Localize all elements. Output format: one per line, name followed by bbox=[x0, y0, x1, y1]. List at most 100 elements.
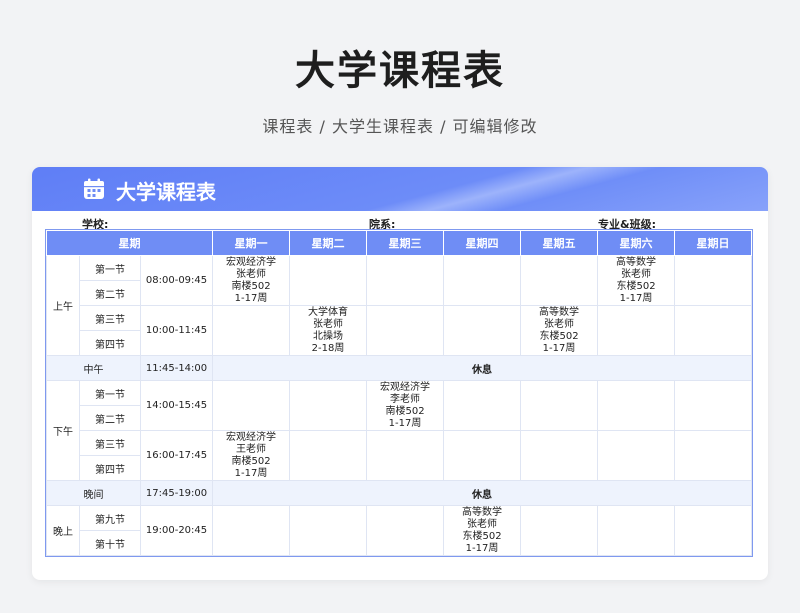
course-teacher: 王老师 bbox=[236, 443, 267, 455]
course-cell[interactable]: 大学体育 张老师 北操场 2-18周 bbox=[289, 305, 368, 356]
period-cell: 上午 bbox=[46, 255, 80, 356]
empty-cell[interactable] bbox=[520, 430, 599, 481]
course-cell[interactable]: 宏观经济学 王老师 南楼502 1-17周 bbox=[212, 430, 291, 481]
session-cell: 第四节 bbox=[79, 455, 141, 481]
empty-cell[interactable] bbox=[597, 430, 676, 481]
course-weeks: 2-18周 bbox=[311, 342, 345, 354]
table-row: 下午 第一节 14:00-15:45 宏观经济学 李老师 南楼502 1-17周 bbox=[46, 380, 753, 481]
session-cell: 第二节 bbox=[79, 280, 141, 306]
course-name: 高等数学 bbox=[462, 506, 503, 518]
course-cell[interactable]: 高等数学 张老师 东楼502 1-17周 bbox=[443, 505, 522, 556]
empty-cell[interactable] bbox=[212, 505, 291, 556]
course-teacher: 张老师 bbox=[544, 318, 575, 330]
course-name: 高等数学 bbox=[616, 256, 657, 268]
empty-cell[interactable] bbox=[674, 430, 753, 481]
course-room: 东楼502 bbox=[462, 530, 502, 542]
empty-cell[interactable] bbox=[597, 305, 676, 356]
time-cell: 11:45-14:00 bbox=[139, 355, 214, 381]
empty-cell[interactable] bbox=[289, 430, 368, 481]
header-day: 星期四 bbox=[443, 230, 522, 256]
table-row: 第三节 16:00-17:45 宏观经济学 王老师 南楼502 1-17周 bbox=[47, 430, 753, 481]
time-cell: 19:00-20:45 bbox=[139, 505, 214, 556]
period-cell: 中午 bbox=[46, 355, 141, 381]
course-room: 南楼502 bbox=[385, 405, 425, 417]
empty-cell[interactable] bbox=[597, 505, 676, 556]
empty-cell[interactable] bbox=[212, 305, 291, 356]
course-weeks: 1-17周 bbox=[234, 292, 268, 304]
session-cell: 第三节 bbox=[79, 430, 141, 456]
course-cell[interactable]: 高等数学 张老师 东楼502 1-17周 bbox=[597, 255, 676, 306]
table-row: 晚上 第九节 19:00-20:45 高等数学 张老师 东楼502 1-17周 bbox=[46, 505, 753, 556]
table-row: 上午 第一节 08:00-09:45 宏观经济学 张老师 南楼502 1-17周… bbox=[46, 255, 753, 356]
course-name: 大学体育 bbox=[308, 306, 349, 318]
session-cell: 第三节 bbox=[79, 305, 141, 331]
course-teacher: 张老师 bbox=[621, 268, 652, 280]
header-weekday: 星期 bbox=[45, 230, 214, 256]
course-cell[interactable]: 高等数学 张老师 东楼502 1-17周 bbox=[520, 305, 599, 356]
empty-cell[interactable] bbox=[212, 380, 291, 431]
empty-cell[interactable] bbox=[443, 380, 522, 431]
empty-cell[interactable] bbox=[674, 505, 753, 556]
table-row: 第三节 10:00-11:45 大学体育 张老师 北操场 2-18周 高等数学 … bbox=[47, 305, 753, 356]
session-cell: 第四节 bbox=[79, 330, 141, 356]
course-room: 东楼502 bbox=[616, 280, 656, 292]
time-cell: 14:00-15:45 bbox=[139, 380, 214, 431]
course-weeks: 1-17周 bbox=[542, 342, 576, 354]
period-cell: 晚间 bbox=[46, 480, 141, 506]
card-banner: 大学课程表 bbox=[32, 167, 768, 211]
period-cell: 晚上 bbox=[46, 505, 80, 556]
course-room: 南楼502 bbox=[231, 455, 271, 467]
course-weeks: 1-17周 bbox=[619, 292, 653, 304]
time-cell: 10:00-11:45 bbox=[139, 305, 214, 356]
course-teacher: 李老师 bbox=[390, 393, 421, 405]
time-cell: 16:00-17:45 bbox=[139, 430, 214, 481]
course-weeks: 1-17周 bbox=[234, 467, 268, 479]
empty-cell[interactable] bbox=[674, 380, 753, 431]
empty-cell[interactable] bbox=[366, 255, 445, 306]
empty-cell[interactable] bbox=[674, 255, 753, 306]
session-cell: 第二节 bbox=[79, 405, 141, 431]
empty-cell[interactable] bbox=[289, 380, 368, 431]
course-cell[interactable]: 宏观经济学 李老师 南楼502 1-17周 bbox=[366, 380, 445, 431]
session-cell: 第一节 bbox=[79, 380, 141, 406]
page-title: 大学课程表 bbox=[295, 48, 505, 94]
session-cell: 第九节 bbox=[79, 505, 141, 531]
empty-cell[interactable] bbox=[674, 305, 753, 356]
empty-cell[interactable] bbox=[366, 430, 445, 481]
empty-cell[interactable] bbox=[520, 505, 599, 556]
empty-cell[interactable] bbox=[443, 430, 522, 481]
rest-row: 中午 11:45-14:00 休息 bbox=[46, 355, 753, 381]
empty-cell[interactable] bbox=[366, 305, 445, 356]
table-header-row: 星期 星期一 星期二 星期三 星期四 星期五 星期六 星期日 bbox=[45, 230, 753, 256]
empty-cell[interactable] bbox=[289, 505, 368, 556]
empty-cell[interactable] bbox=[597, 380, 676, 431]
period-cell: 下午 bbox=[46, 380, 80, 481]
course-name: 宏观经济学 bbox=[226, 256, 277, 268]
course-cell[interactable]: 宏观经济学 张老师 南楼502 1-17周 bbox=[212, 255, 291, 306]
empty-cell[interactable] bbox=[443, 305, 522, 356]
card-title: 大学课程表 bbox=[116, 180, 216, 204]
empty-cell[interactable] bbox=[520, 255, 599, 306]
empty-cell[interactable] bbox=[289, 255, 368, 306]
rest-label: 休息 bbox=[212, 355, 753, 381]
course-teacher: 张老师 bbox=[467, 518, 498, 530]
rest-row: 晚间 17:45-19:00 休息 bbox=[46, 480, 753, 506]
course-room: 东楼502 bbox=[539, 330, 579, 342]
course-teacher: 张老师 bbox=[313, 318, 344, 330]
course-name: 高等数学 bbox=[539, 306, 580, 318]
empty-cell[interactable] bbox=[366, 505, 445, 556]
page-subtitle: 课程表 / 大学生课程表 / 可编辑修改 bbox=[262, 117, 538, 136]
course-name: 宏观经济学 bbox=[226, 431, 277, 443]
rest-label: 休息 bbox=[212, 480, 753, 506]
empty-cell[interactable] bbox=[443, 255, 522, 306]
time-cell: 17:45-19:00 bbox=[139, 480, 214, 506]
header-day: 星期日 bbox=[674, 230, 753, 256]
empty-cell[interactable] bbox=[520, 380, 599, 431]
course-teacher: 张老师 bbox=[236, 268, 267, 280]
course-weeks: 1-17周 bbox=[465, 542, 499, 554]
session-cell: 第十节 bbox=[79, 530, 141, 556]
schedule-table: 星期 星期一 星期二 星期三 星期四 星期五 星期六 星期日 上午 第一节 08… bbox=[44, 229, 754, 557]
course-name: 宏观经济学 bbox=[380, 381, 431, 393]
calendar-icon bbox=[84, 178, 104, 199]
header-day: 星期五 bbox=[520, 230, 599, 256]
